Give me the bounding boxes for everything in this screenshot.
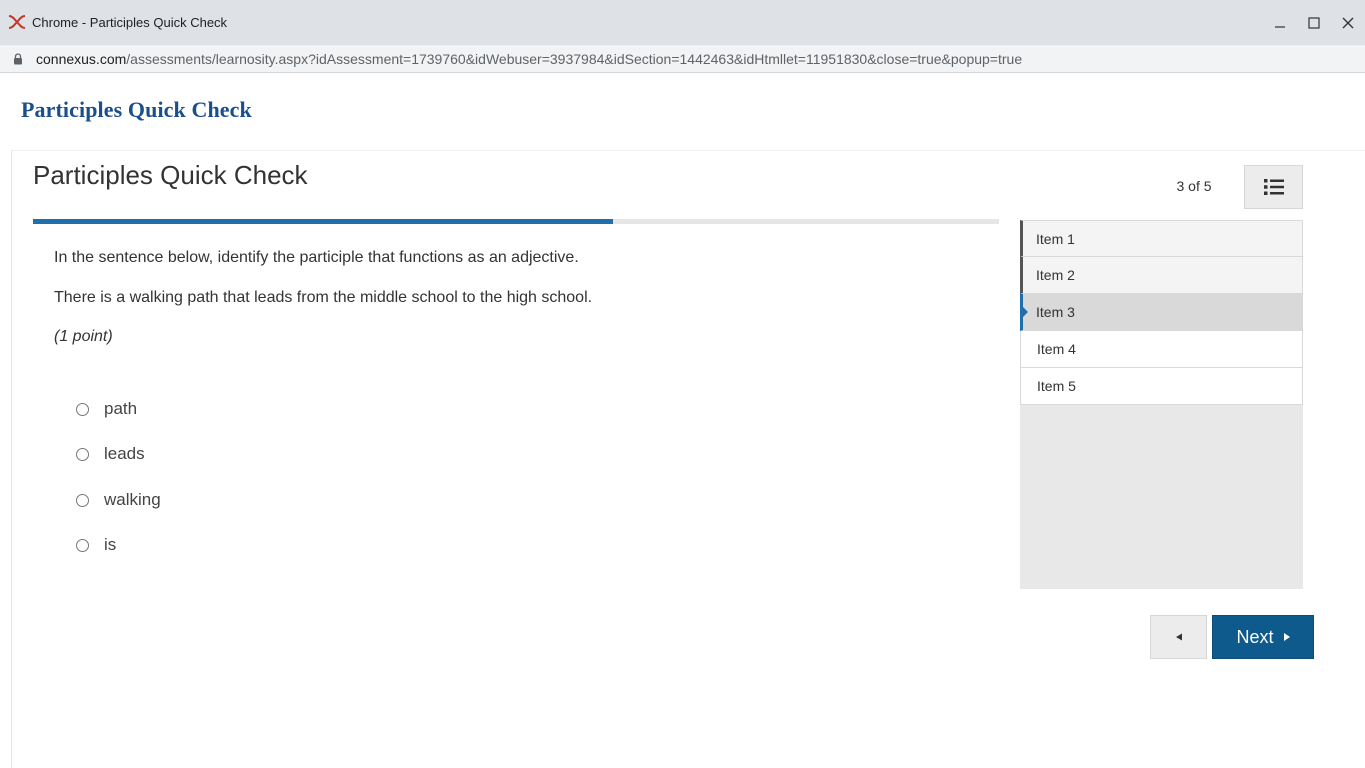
next-button[interactable]: Next (1212, 615, 1314, 659)
item-list: Item 1 Item 2 Item 3 Item 4 Item 5 (1020, 220, 1303, 405)
answer-option-label: leads (104, 444, 145, 463)
connexus-logo-icon (8, 15, 26, 29)
radio-button[interactable] (76, 447, 89, 461)
page-header-title: Participles Quick Check (21, 97, 252, 122)
assessment-title: Participles Quick Check (33, 160, 308, 190)
item-label: Item 3 (1036, 304, 1075, 320)
minimize-button[interactable] (1263, 0, 1297, 45)
item-label: Item 4 (1037, 341, 1076, 357)
item-list-entry-5[interactable]: Item 5 (1020, 368, 1303, 405)
list-icon (1263, 179, 1284, 195)
triangle-left-icon (1175, 633, 1182, 641)
window-title-bar: Chrome - Participles Quick Check (0, 0, 1365, 45)
item-list-entry-4[interactable]: Item 4 (1020, 331, 1303, 368)
maximize-button[interactable] (1297, 0, 1331, 45)
close-icon (1342, 17, 1354, 28)
answer-option-label: is (104, 535, 117, 554)
address-bar[interactable]: connexus.com/assessments/learnosity.aspx… (0, 45, 1365, 73)
previous-button[interactable] (1150, 615, 1207, 659)
item-list-toggle-button[interactable] (1244, 165, 1303, 209)
progress-bar-fill (33, 219, 613, 224)
next-button-label: Next (1236, 626, 1274, 647)
radio-button[interactable] (76, 538, 89, 552)
answer-option-is[interactable]: is (76, 533, 116, 557)
item-list-entry-1[interactable]: Item 1 (1020, 220, 1303, 257)
answer-option-walking[interactable]: walking (76, 488, 161, 512)
maximize-icon (1308, 16, 1320, 29)
item-label: Item 1 (1036, 230, 1075, 247)
answer-option-path[interactable]: path (76, 397, 137, 421)
radio-button[interactable] (76, 402, 89, 416)
question-instruction: In the sentence below, identify the part… (54, 249, 579, 266)
url-text[interactable]: connexus.com/assessments/learnosity.aspx… (36, 51, 1022, 67)
minimize-icon (1275, 25, 1285, 28)
item-list-entry-2[interactable]: Item 2 (1020, 257, 1303, 294)
window-title: Chrome - Participles Quick Check (32, 15, 228, 30)
triangle-right-icon (1283, 633, 1290, 641)
item-list-entry-3[interactable]: Item 3 (1020, 294, 1303, 331)
answer-option-label: path (104, 399, 138, 418)
close-window-button[interactable] (1331, 0, 1365, 45)
progress-bar (33, 219, 999, 224)
answer-option-label: walking (104, 490, 161, 509)
question-sentence: There is a walking path that leads from … (54, 289, 593, 306)
answer-option-leads[interactable]: leads (76, 442, 145, 466)
lock-icon (14, 53, 22, 65)
item-label: Item 5 (1037, 378, 1076, 394)
url-path: /assessments/learnosity.aspx?idAssessmen… (126, 51, 1023, 67)
question-points: (1 point) (54, 328, 113, 345)
item-label: Item 2 (1036, 267, 1075, 283)
url-host: connexus.com (36, 51, 127, 67)
radio-button[interactable] (76, 493, 89, 507)
item-counter: 3 of 5 (1176, 178, 1212, 194)
item-list-panel: Item 1 Item 2 Item 3 Item 4 Item 5 (1020, 220, 1303, 589)
current-item-caret-icon (1023, 307, 1028, 317)
